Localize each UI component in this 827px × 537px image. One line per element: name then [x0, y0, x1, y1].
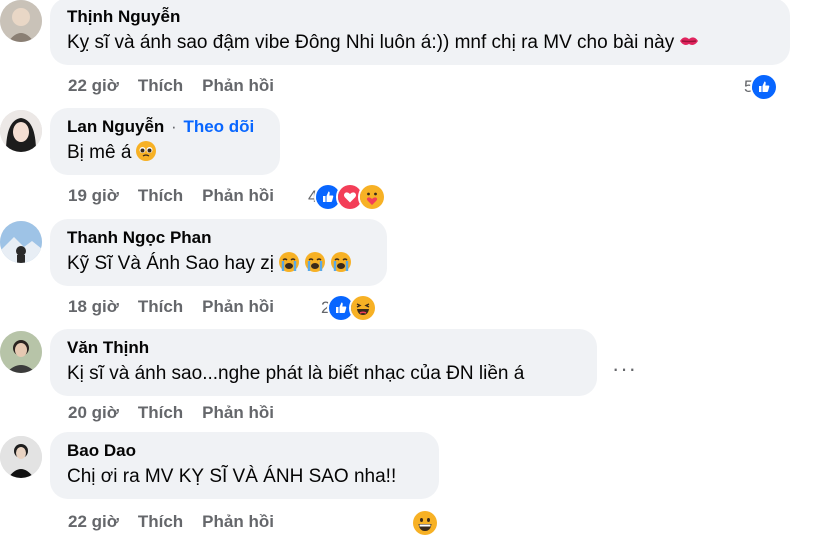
like-button[interactable]: Thích: [138, 76, 183, 95]
comment-text: Bị mê á: [67, 140, 263, 166]
avatar[interactable]: [0, 221, 42, 263]
comment-actions: 19 giờ Thích Phản hồi: [68, 186, 293, 206]
grin-emoji: [411, 509, 439, 537]
comment-time[interactable]: 20 giờ: [68, 403, 119, 422]
comment-text: Kỹ Sĩ Và Ánh Sao hay zị: [67, 251, 370, 277]
kiss-emoji: [678, 30, 700, 52]
comment-text-content: Kỵ sĩ và ánh sao đậm vibe Đông Nhi luôn …: [67, 32, 675, 53]
comment-text: Chị ơi ra MV KỴ SĨ VÀ ÁNH SAO nha!!: [67, 466, 397, 487]
more-options-icon[interactable]: ···: [612, 356, 637, 382]
comment-author[interactable]: Văn Thịnh: [67, 337, 580, 359]
avatar[interactable]: [0, 436, 42, 478]
reply-button[interactable]: Phản hồi: [202, 403, 274, 422]
comment-text: Kị sĩ và ánh sao...nghe phát là biết nhạ…: [67, 363, 525, 384]
comment-text-content: Kỹ Sĩ Và Ánh Sao hay zị: [67, 253, 275, 274]
care-icon: [358, 183, 387, 211]
follow-button[interactable]: Theo dõi: [183, 117, 254, 136]
reply-button[interactable]: Phản hồi: [202, 297, 274, 316]
like-button[interactable]: Thích: [138, 403, 183, 422]
like-icon: [750, 73, 779, 101]
avatar[interactable]: [0, 331, 42, 373]
comment-bubble: Thanh Ngọc Phan Kỹ Sĩ Và Ánh Sao hay zị: [50, 219, 387, 286]
comment-author[interactable]: Thanh Ngọc Phan: [67, 227, 370, 249]
like-button[interactable]: Thích: [138, 186, 183, 205]
avatar[interactable]: [0, 0, 42, 42]
crying-emoji: [278, 251, 300, 273]
reply-button[interactable]: Phản hồi: [202, 76, 274, 95]
haha-icon: [349, 294, 378, 322]
like-button[interactable]: Thích: [138, 297, 183, 316]
reply-button[interactable]: Phản hồi: [202, 512, 274, 531]
comment-time[interactable]: 22 giờ: [68, 76, 119, 95]
reaction-summary[interactable]: 2: [321, 294, 378, 322]
comment-author[interactable]: Lan Nguyễn: [67, 117, 164, 136]
crying-emoji: [304, 251, 326, 273]
pleading-emoji: [135, 140, 157, 162]
comment-text: Kỵ sĩ và ánh sao đậm vibe Đông Nhi luôn …: [67, 30, 773, 56]
comment-author[interactable]: Thịnh Nguyễn: [67, 6, 773, 28]
reaction-summary[interactable]: 5: [744, 73, 779, 101]
reply-button[interactable]: Phản hồi: [202, 186, 274, 205]
comment-bubble: Bao Dao Chị ơi ra MV KỴ SĨ VÀ ÁNH SAO nh…: [50, 432, 439, 499]
comment-time[interactable]: 22 giờ: [68, 512, 119, 531]
comment-author-row: Lan Nguyễn · Theo dõi: [67, 116, 263, 138]
like-button[interactable]: Thích: [138, 512, 183, 531]
comment-time[interactable]: 18 giờ: [68, 297, 119, 316]
reaction-summary[interactable]: 4: [308, 183, 387, 211]
comment-bubble: Văn Thịnh Kị sĩ và ánh sao...nghe phát l…: [50, 329, 597, 396]
comment-bubble: Thịnh Nguyễn Kỵ sĩ và ánh sao đậm vibe Đ…: [50, 0, 790, 65]
avatar[interactable]: [0, 110, 42, 152]
comment-bubble: Lan Nguyễn · Theo dõi Bị mê á: [50, 108, 280, 175]
comment-actions: 20 giờ Thích Phản hồi: [68, 403, 293, 423]
comment-actions: 22 giờ Thích Phản hồi: [68, 76, 293, 96]
comment-actions: 22 giờ Thích Phản hồi: [68, 512, 293, 532]
reaction-summary[interactable]: [411, 509, 439, 537]
comment-author[interactable]: Bao Dao: [67, 440, 422, 462]
crying-emoji: [330, 251, 352, 273]
comment-text-content: Bị mê á: [67, 142, 132, 163]
comment-actions: 18 giờ Thích Phản hồi: [68, 297, 293, 317]
separator-dot: ·: [171, 117, 177, 136]
comment-time[interactable]: 19 giờ: [68, 186, 119, 205]
